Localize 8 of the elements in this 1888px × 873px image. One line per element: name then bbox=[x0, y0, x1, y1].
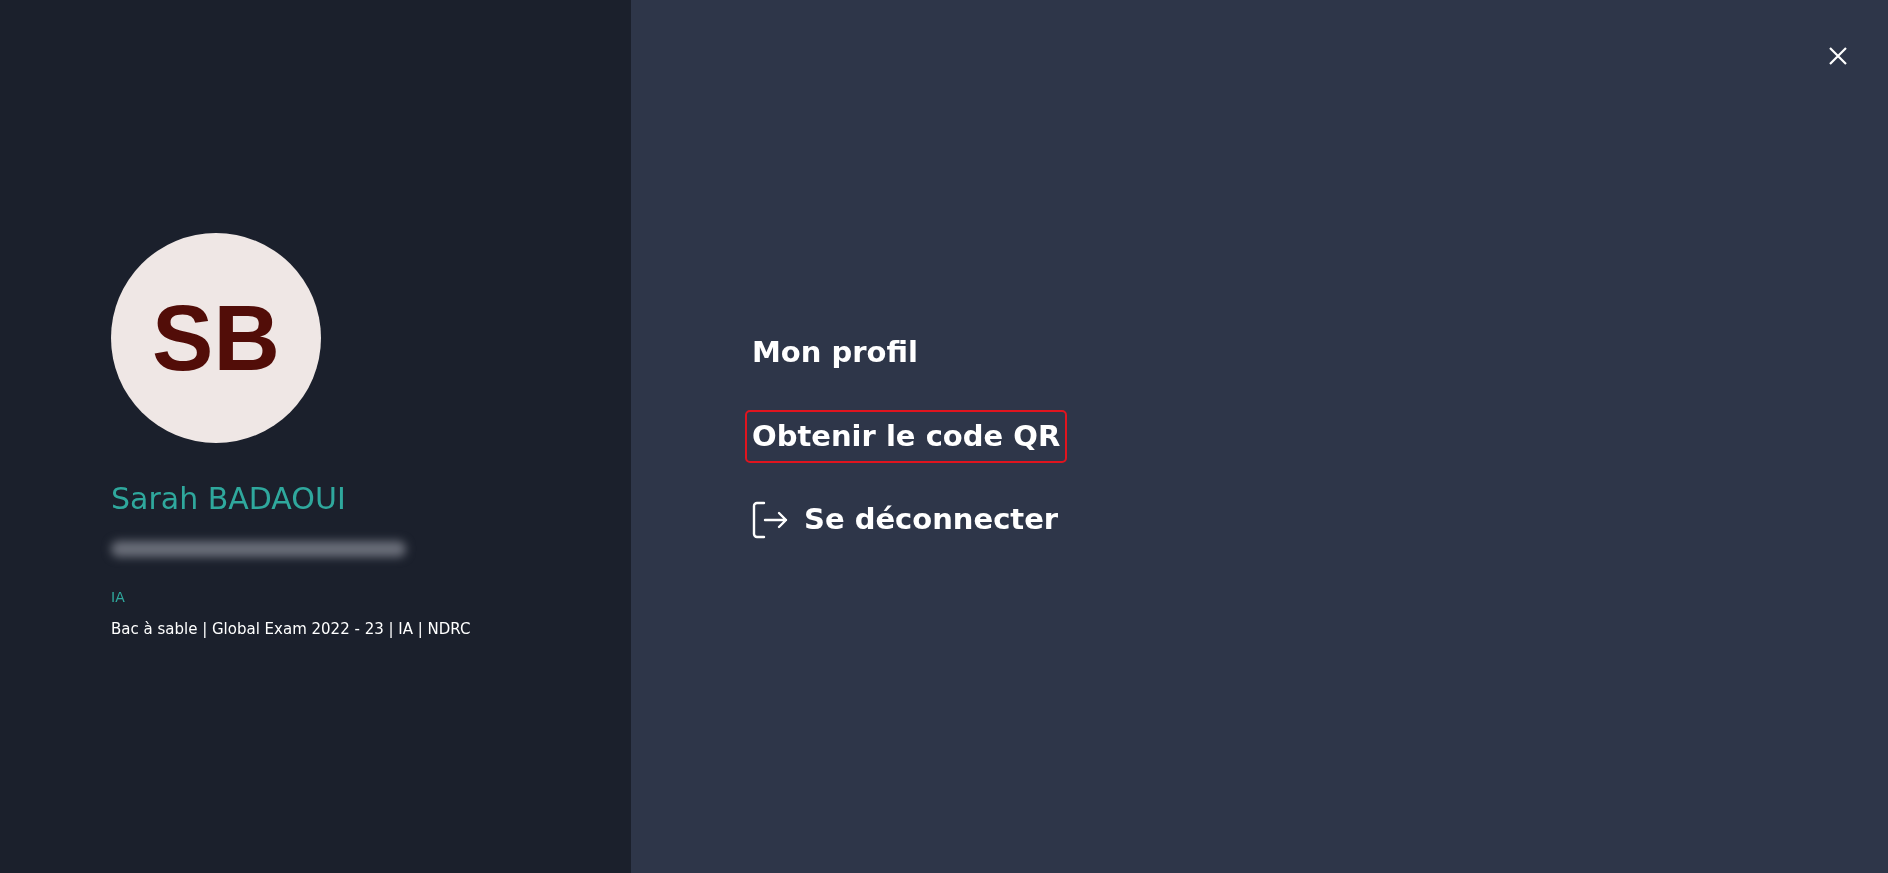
user-role: IA bbox=[111, 587, 126, 607]
user-affiliation: Bac à sable | Global Exam 2022 - 23 | IA | NDRC bbox=[111, 618, 472, 640]
menu-link[interactable]: Obtenir le code QR bbox=[745, 409, 1068, 464]
logout-link[interactable]: Se déconnecter bbox=[745, 493, 1066, 548]
avatar-initials: SB bbox=[111, 232, 321, 443]
logout-icon bbox=[752, 501, 788, 540]
user-name: Sarah BADAOUI bbox=[111, 480, 347, 517]
menu-link[interactable]: Mon profil bbox=[745, 325, 925, 380]
